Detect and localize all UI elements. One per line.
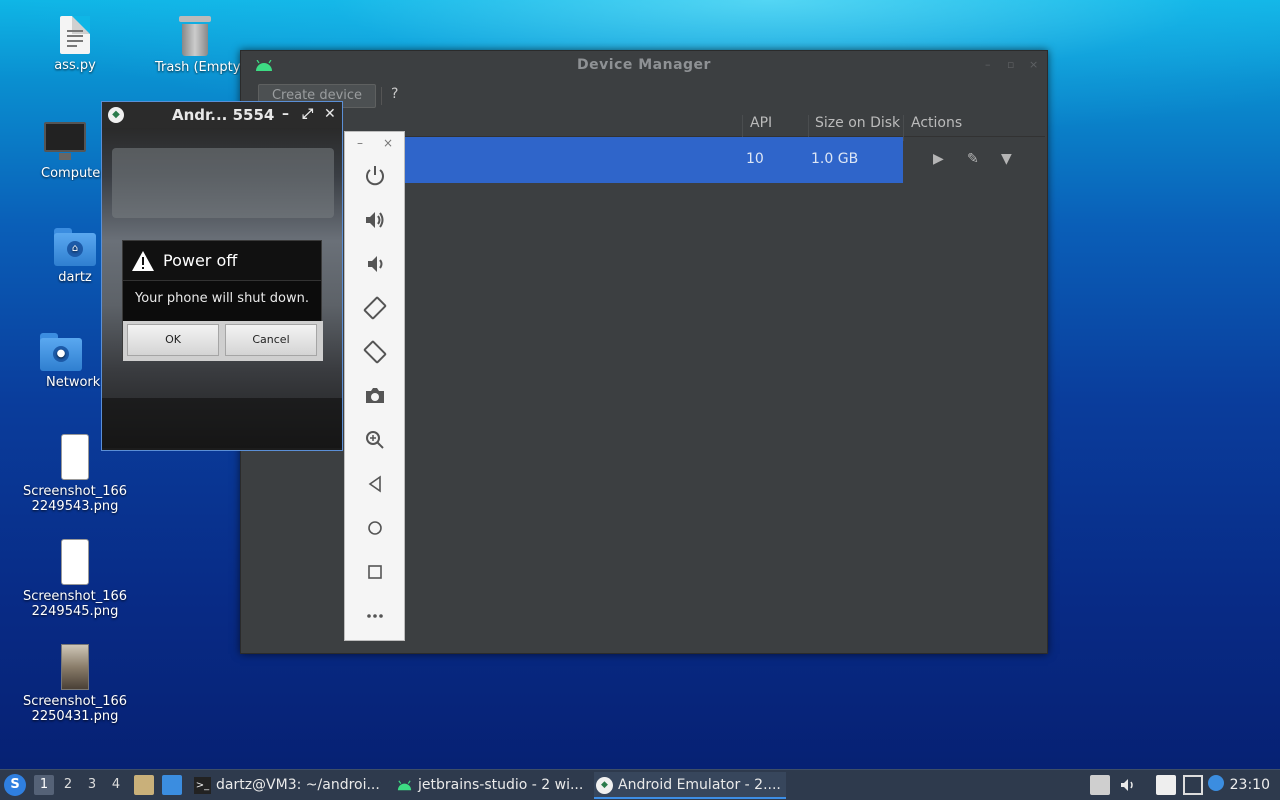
minimize-icon[interactable]: – — [282, 106, 289, 122]
image-file-icon — [61, 539, 89, 585]
column-header-api[interactable]: API — [750, 115, 772, 131]
desktop-icon-network[interactable]: ● Network — [20, 333, 102, 390]
workspace-1[interactable]: 1 — [34, 775, 54, 795]
start-menu-button[interactable]: S — [4, 774, 26, 796]
taskbar-window-label: Android Emulator - 2.... — [618, 777, 781, 793]
column-header-size[interactable]: Size on Disk — [815, 115, 900, 131]
cancel-button[interactable]: Cancel — [225, 324, 317, 356]
close-icon[interactable]: ✕ — [324, 106, 336, 122]
home-folder-icon: ⌂ — [54, 228, 96, 266]
rotate-right-icon[interactable] — [362, 339, 388, 365]
rotate-left-icon[interactable] — [362, 295, 388, 321]
desktop-icon-label: Trash (Empty) — [155, 60, 243, 75]
more-icon[interactable] — [362, 603, 388, 629]
zoom-icon[interactable] — [362, 427, 388, 453]
power-off-dialog: Power off Your phone will shut down. OK … — [122, 240, 323, 361]
taskbar-window-studio[interactable]: jetbrains-studio - 2 wi... — [394, 772, 590, 799]
column-header-actions: Actions — [911, 115, 963, 131]
desktop-icon-ass-py[interactable]: ass.py — [20, 16, 130, 73]
desktop-icon-label: ass.py — [54, 58, 96, 73]
dialog-header: Power off — [123, 241, 321, 281]
notification-icon[interactable] — [1208, 775, 1224, 791]
taskbar-window-label: dartz@VM3: ~/androi... — [216, 777, 380, 793]
device-api-value: 10 — [746, 151, 764, 167]
dropdown-icon[interactable]: ▼ — [1001, 151, 1012, 167]
warning-icon — [132, 251, 154, 271]
emulator-title: Andr... 5554 — [172, 106, 275, 124]
desktop-icon-label: Network — [46, 375, 101, 390]
desktop-icon-computer[interactable]: Computer — [20, 122, 110, 181]
launch-icon[interactable]: ▶ — [933, 151, 944, 167]
emulator-screen[interactable]: Power off Your phone will shut down. OK … — [102, 128, 342, 450]
taskbar-window-label: jetbrains-studio - 2 wi... — [418, 777, 584, 793]
desktop-icon-screenshot-2[interactable]: Screenshot_166 2249545.png — [20, 539, 130, 619]
device-size-value: 1.0 GB — [811, 151, 859, 167]
show-desktop-icon[interactable] — [162, 775, 182, 795]
desktop-icon-label-line1: Screenshot_166 — [22, 484, 128, 499]
computer-icon — [44, 122, 86, 162]
trash-icon — [179, 16, 211, 56]
desktop-icon-label-line2: 2249543.png — [31, 499, 119, 514]
edit-icon[interactable]: ✎ — [967, 151, 979, 167]
dialog-message: Your phone will shut down. — [123, 281, 321, 321]
minimize-icon[interactable]: – — [985, 58, 991, 71]
terminal-icon: >_ — [194, 777, 211, 794]
dialog-buttons: OK Cancel — [123, 321, 323, 361]
help-button[interactable]: ? — [391, 86, 398, 102]
emulator-icon: ◆ — [596, 777, 613, 794]
network-folder-icon: ● — [40, 333, 82, 371]
python-file-icon — [60, 16, 90, 54]
toolbar-close-icon[interactable]: × — [383, 136, 393, 150]
home-search-widget — [112, 148, 334, 218]
maximize-icon[interactable]: ⤢ — [302, 106, 313, 122]
clock[interactable]: 23:10 — [1230, 770, 1270, 800]
device-table: API Size on Disk Actions 10 1.0 GB ▶ ✎ ▼ — [405, 111, 1045, 183]
emulator-window[interactable]: ◆ Andr... 5554 – ⤢ ✕ Power off Your phon… — [101, 101, 343, 451]
camera-icon[interactable] — [362, 383, 388, 409]
desktop-icon-label: Computer — [41, 166, 106, 181]
volume-down-icon[interactable] — [362, 251, 388, 277]
home-icon[interactable] — [362, 515, 388, 541]
emulator-side-toolbar: – × — [344, 131, 405, 641]
android-icon — [397, 780, 412, 791]
home-dock — [102, 398, 342, 448]
ok-button[interactable]: OK — [127, 324, 219, 356]
desktop-icon-screenshot-3[interactable]: Screenshot_166 2250431.png — [20, 644, 130, 724]
tray-up-arrow-icon[interactable] — [1090, 775, 1110, 795]
device-manager-titlebar[interactable]: Device Manager – ▫ × — [241, 51, 1047, 81]
taskbar-window-terminal[interactable]: >_ dartz@VM3: ~/androi... — [192, 772, 390, 799]
image-file-icon — [61, 434, 89, 480]
device-table-header: API Size on Disk Actions — [405, 111, 1045, 141]
workspace-2[interactable]: 2 — [58, 775, 78, 795]
close-icon[interactable]: × — [1029, 58, 1038, 71]
emulator-titlebar[interactable]: ◆ Andr... 5554 – ⤢ ✕ — [102, 102, 342, 128]
image-file-icon — [61, 644, 89, 690]
taskbar: S 1 2 3 4 >_ dartz@VM3: ~/androi... jetb… — [0, 769, 1280, 800]
file-manager-launcher-icon[interactable] — [134, 775, 154, 795]
desktop-icon-label-line1: Screenshot_166 — [22, 589, 128, 604]
desktop-icon-label-line2: 2250431.png — [31, 709, 119, 724]
taskbar-window-emulator[interactable]: ◆ Android Emulator - 2.... — [594, 772, 786, 799]
desktop-icon-label-line2: 2249545.png — [31, 604, 119, 619]
device-actions: ▶ ✎ ▼ — [903, 137, 1045, 183]
volume-up-icon[interactable] — [362, 207, 388, 233]
toolbar-separator — [381, 87, 382, 105]
emulator-logo-icon: ◆ — [108, 107, 124, 123]
volume-icon[interactable] — [1118, 775, 1138, 795]
overview-icon[interactable] — [362, 559, 388, 585]
toolbar-minimize-icon[interactable]: – — [357, 136, 363, 150]
device-manager-title: Device Manager — [577, 57, 711, 73]
clipboard-icon[interactable] — [1156, 775, 1176, 795]
desktop-icon-trash[interactable]: Trash (Empty) — [147, 16, 243, 75]
power-icon[interactable] — [362, 163, 388, 189]
maximize-icon[interactable]: ▫ — [1007, 58, 1014, 71]
desktop-icon-label-line1: Screenshot_166 — [22, 694, 128, 709]
back-icon[interactable] — [362, 471, 388, 497]
network-icon[interactable] — [1183, 775, 1203, 795]
dialog-title: Power off — [163, 251, 238, 270]
device-manager-toolbar: Create device ? — [241, 81, 1047, 111]
device-row[interactable]: 10 1.0 GB — [405, 137, 903, 183]
workspace-3[interactable]: 3 — [82, 775, 102, 795]
workspace-4[interactable]: 4 — [106, 775, 126, 795]
